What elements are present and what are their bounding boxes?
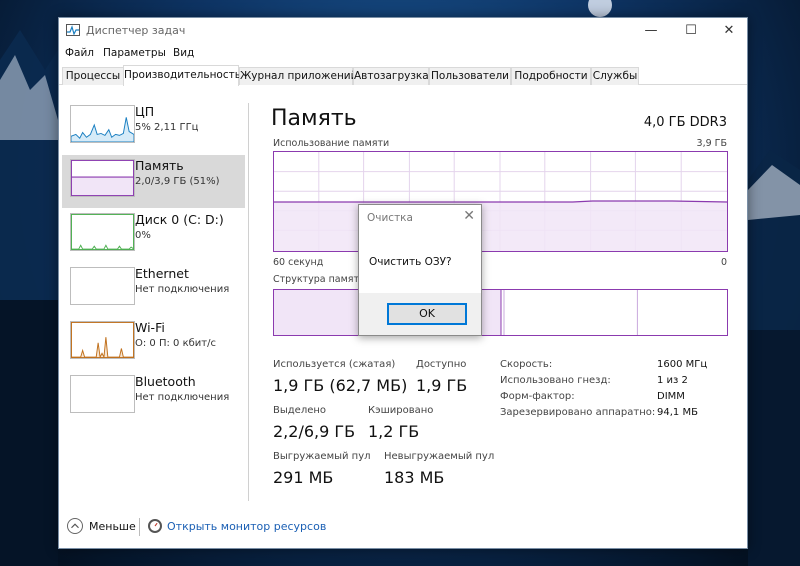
tab-users[interactable]: Пользователи (429, 67, 511, 85)
fewer-details-button[interactable]: Меньше (89, 520, 136, 533)
sidebar-item-label: Wi-Fi (135, 320, 165, 335)
sidebar-item-ethernet[interactable]: Ethernet Нет подключения (62, 263, 245, 316)
ethernet-thumbnail-graph (70, 267, 135, 305)
sidebar-item-sub: О: 0 П: 0 кбит/с (135, 338, 216, 349)
form-factor-value: DIMM (657, 391, 685, 402)
memory-usage-graph (273, 151, 728, 252)
graph-axis-left: 60 секунд (273, 257, 324, 268)
minimize-button[interactable]: — (631, 18, 671, 44)
title-bar[interactable]: Диспетчер задач — ☐ ✕ (59, 18, 747, 44)
committed-label: Выделено (273, 405, 327, 416)
tab-startup[interactable]: Автозагрузка (353, 67, 429, 85)
open-resource-monitor-link[interactable]: Открыть монитор ресурсов (167, 520, 326, 533)
footer-bar: Меньше Открыть монитор ресурсов (59, 512, 747, 542)
committed-value: 2,2/6,9 ГБ (273, 422, 356, 441)
page-title: Память (271, 106, 357, 131)
sidebar-item-label: Bluetooth (135, 374, 196, 389)
maximize-button[interactable]: ☐ (671, 18, 711, 44)
slots-label: Использовано гнезд: (500, 375, 611, 386)
reserved-label: Зарезервировано аппаратно: (500, 407, 656, 418)
in-use-label: Используется (сжатая) (273, 359, 396, 370)
dialog-title: Очистка (367, 212, 413, 224)
available-value: 1,9 ГБ (416, 376, 468, 395)
menu-options[interactable]: Параметры (103, 47, 166, 59)
cached-value: 1,2 ГБ (368, 422, 420, 441)
ok-button[interactable]: OK (387, 303, 467, 325)
sidebar-item-sub: 5% 2,11 ГГц (135, 122, 199, 133)
tab-strip: Процессы Производительность Журнал прило… (59, 65, 747, 86)
footer-separator (139, 518, 140, 536)
usage-graph-max: 3,9 ГБ (696, 138, 727, 149)
dialog-footer: OK (359, 293, 481, 335)
sidebar-item-sub: Нет подключения (135, 284, 230, 295)
sidebar-item-sub: Нет подключения (135, 392, 230, 403)
tab-details[interactable]: Подробности (511, 67, 591, 85)
sidebar-item-cpu[interactable]: ЦП 5% 2,11 ГГц (62, 101, 245, 154)
wifi-thumbnail-graph (70, 321, 135, 359)
menu-view[interactable]: Вид (173, 47, 194, 59)
paged-pool-value: 291 МБ (273, 468, 334, 487)
sidebar-item-label: Диск 0 (C: D:) (135, 212, 224, 227)
sidebar-item-memory[interactable]: Память 2,0/3,9 ГБ (51%) (62, 155, 245, 208)
form-factor-label: Форм-фактор: (500, 391, 575, 402)
tab-app-history[interactable]: Журнал приложений (239, 67, 357, 85)
speed-label: Скорость: (500, 359, 553, 370)
memory-structure-bar (273, 289, 728, 336)
sidebar-item-bluetooth[interactable]: Bluetooth Нет подключения (62, 371, 245, 424)
dialog-message: Очистить ОЗУ? (369, 256, 452, 268)
tab-services[interactable]: Службы (591, 67, 639, 85)
paged-pool-label: Выгружаемый пул (273, 451, 371, 462)
graph-axis-right: 0 (720, 257, 727, 268)
sidebar-item-disk[interactable]: Диск 0 (C: D:) 0% (62, 209, 245, 262)
memory-structure-label: Структура памяти (273, 274, 366, 285)
sidebar-item-label: Ethernet (135, 266, 189, 281)
in-use-value: 1,9 ГБ (62,7 МБ) (273, 376, 408, 395)
available-label: Доступно (416, 359, 467, 370)
resource-monitor-icon (148, 519, 162, 533)
sidebar-item-label: Память (135, 158, 184, 173)
cached-label: Кэшировано (368, 405, 434, 416)
tab-performance[interactable]: Производительность (123, 65, 241, 86)
menu-file[interactable]: Файл (65, 47, 94, 59)
close-button[interactable]: ✕ (709, 18, 749, 44)
sidebar-item-sub: 2,0/3,9 ГБ (51%) (135, 176, 220, 187)
usage-graph-label: Использование памяти (273, 138, 390, 149)
clean-ram-dialog: Очистка ✕ Очистить ОЗУ? OK (358, 204, 482, 336)
reserved-value: 94,1 МБ (657, 407, 698, 418)
performance-sidebar: ЦП 5% 2,11 ГГц Память 2,0/3,9 ГБ (51%) Д… (59, 86, 249, 506)
memory-spec: 4,0 ГБ DDR3 (643, 115, 727, 130)
slots-value: 1 из 2 (657, 375, 688, 386)
nonpaged-pool-value: 183 МБ (384, 468, 445, 487)
chevron-up-icon[interactable] (67, 518, 83, 534)
nonpaged-pool-label: Невыгружаемый пул (384, 451, 495, 462)
window-title: Диспетчер задач (86, 24, 186, 37)
bluetooth-thumbnail-graph (70, 375, 135, 413)
speed-value: 1600 МГц (657, 359, 708, 370)
tab-processes[interactable]: Процессы (62, 67, 124, 85)
memory-thumbnail-graph (70, 159, 135, 197)
sidebar-item-label: ЦП (135, 104, 155, 119)
cpu-thumbnail-graph (70, 105, 135, 143)
task-manager-icon (66, 24, 80, 36)
sidebar-item-sub: 0% (135, 230, 151, 241)
disk-thumbnail-graph (70, 213, 135, 251)
sidebar-item-wifi[interactable]: Wi-Fi О: 0 П: 0 кбит/с (62, 317, 245, 370)
close-icon[interactable]: ✕ (463, 208, 475, 224)
